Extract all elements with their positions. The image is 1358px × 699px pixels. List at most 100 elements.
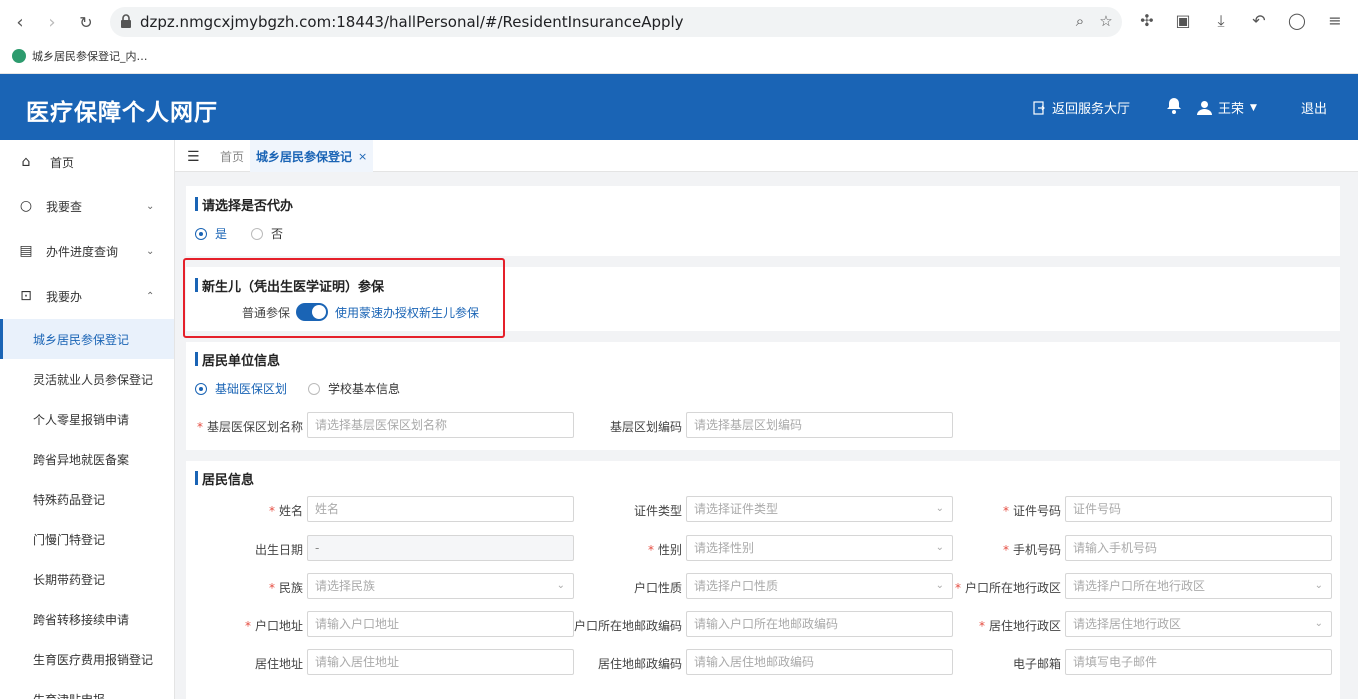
url-text: dzpz.nmgcxjmybgzh.com:18443/hallPersonal… [140,13,684,31]
residence-postcode-input[interactable]: 请输入居住地邮政编码 [686,649,953,675]
sidebar-sub-item[interactable]: 跨省异地就医备案 [0,439,174,479]
sidebar-item-home[interactable]: ⌂ 首页 [0,142,174,182]
sidebar-sub-item[interactable]: 门慢门特登记 [0,519,174,559]
radio-unchecked-icon [251,227,263,240]
caret-down-icon: ▼ [1250,102,1257,113]
chevron-down-icon: ⌄ [146,200,155,212]
birth-date-input: - [307,535,574,561]
section-title: 新生儿（凭出生医学证明）参保 [195,276,384,295]
menu-icon[interactable]: ≡ [1324,11,1346,33]
forward-icon[interactable]: › [40,10,64,34]
user-icon [1197,101,1212,115]
search-icon: ○ [19,198,33,214]
hukou-postcode-input[interactable]: 请输入户口所在地邮政编码 [686,611,953,637]
phone-input[interactable]: 请输入手机号码 [1065,535,1332,561]
close-icon[interactable]: × [358,150,367,163]
field-label: 证件类型 [633,504,682,518]
extensions-icon[interactable]: ✣ [1136,11,1158,33]
field-label: 户口所在地邮政编码 [573,619,682,633]
name-input[interactable]: 姓名 [307,496,574,522]
field-label: 居住地址 [254,657,303,671]
undo-icon[interactable]: ↶ [1248,11,1270,33]
hukou-region-select[interactable]: 请选择户口所在地行政区 ⌄ [1065,573,1332,599]
chevron-down-icon: ⌄ [935,580,944,591]
sidebar-sub-item[interactable]: 生育医疗费用报销登记 [0,639,174,679]
field-label: 电子邮箱 [1012,657,1061,671]
sidebar-item-apply[interactable]: ⊡ 我要办 ⌃ [0,276,174,316]
radio-checked-icon [195,382,207,395]
residence-region-select[interactable]: 请选择居住地行政区 ⌄ [1065,611,1332,637]
basic-region-code-input[interactable]: 请选择基层区划编码 [686,412,953,438]
tab-home[interactable]: 首页 [220,148,244,165]
section-title: 居民单位信息 [195,350,280,369]
field-label: * 基层医保区划名称 [196,420,303,434]
hukou-type-select[interactable]: 请选择户口性质 ⌄ [686,573,953,599]
normal-insurance-label: 普通参保 [242,306,291,320]
chevron-up-icon: ⌃ [146,290,155,302]
sidebar-sub-item[interactable]: 特殊药品登记 [0,479,174,519]
tab-bar: ☰ 首页 城乡居民参保登记 × [175,140,1358,172]
collapse-menu-icon[interactable]: ☰ [187,149,200,165]
app-title: 医疗保障个人网厅 [26,100,218,126]
sidebar: ⌂ 首页 ○ 我要查 ⌄ ▤ 办件进度查询 ⌄ ⊡ 我要办 ⌃ 城乡居民参保登记… [0,140,175,699]
section-title: 请选择是否代办 [195,195,293,214]
radio-unchecked-icon [308,382,320,395]
gender-select[interactable]: 请选择性别 ⌄ [686,535,953,561]
collections-icon[interactable]: ▣ [1172,11,1194,33]
back-to-hall-link[interactable]: 返回服务大厅 [1032,98,1130,117]
id-number-input[interactable]: 证件号码 [1065,496,1332,522]
field-label: * 民族 [268,581,303,595]
zoom-icon[interactable]: ⌕ [1070,12,1090,32]
id-type-select[interactable]: 请选择证件类型 ⌄ [686,496,953,522]
field-label: * 手机号码 [1002,543,1061,557]
bell-icon[interactable] [1165,96,1183,114]
profile-icon[interactable]: ◯ [1286,11,1308,33]
chevron-down-icon: ⌄ [935,542,944,553]
main-content: 请选择是否代办 是 否 新生儿（凭出生医学证明）参保 普通参保 使用蒙速办授权新… [175,172,1358,699]
sidebar-item-progress[interactable]: ▤ 办件进度查询 ⌄ [0,231,174,271]
sidebar-sub-item[interactable]: 跨省转移接续申请 [0,599,174,639]
chevron-down-icon: ⌄ [556,580,565,591]
chevron-down-icon: ⌄ [1314,618,1323,629]
tab-resident-insurance[interactable]: 城乡居民参保登记 × [250,140,374,172]
radio-proxy-yes[interactable]: 是 [195,225,227,242]
resident-info-card: 居民信息 * 姓名 姓名 证件类型 请选择证件类型 ⌄ * 证件号码 证件号码 出生日… [186,461,1340,699]
download-icon[interactable]: ⤓ [1210,11,1232,33]
back-to-hall-label: 返回服务大厅 [1052,102,1131,117]
sidebar-item-query[interactable]: ○ 我要查 ⌄ [0,186,174,226]
address-bar[interactable]: dzpz.nmgcxjmybgzh.com:18443/hallPersonal… [110,7,1122,37]
field-label: * 证件号码 [1002,504,1061,518]
newborn-mode-toggle[interactable] [296,303,328,321]
radio-proxy-no[interactable]: 否 [251,225,283,242]
email-input[interactable]: 请填写电子邮件 [1065,649,1332,675]
msb-auth-label: 使用蒙速办授权新生儿参保 [335,306,480,320]
sidebar-sub-item[interactable]: 个人零星报销申请 [0,399,174,439]
radio-school-info[interactable]: 学校基本信息 [308,380,400,397]
sidebar-sub-item[interactable]: 长期带药登记 [0,559,174,599]
folder-icon: ⊡ [20,288,32,304]
logout-button[interactable]: 退出 [1301,98,1327,117]
lock-icon [121,14,131,28]
field-label: * 姓名 [268,504,303,518]
site-favicon-icon [12,49,26,63]
field-label: 户口性质 [633,581,682,595]
sidebar-sub-item[interactable]: 灵活就业人员参保登记 [0,359,174,399]
chevron-down-icon: ⌄ [935,503,944,514]
sidebar-sub-item[interactable]: 生育津贴申报 [0,679,174,699]
progress-icon: ▤ [19,243,33,259]
reload-icon[interactable]: ↻ [74,10,98,34]
ethnicity-select[interactable]: 请选择民族 ⌄ [307,573,574,599]
star-icon[interactable]: ☆ [1096,12,1116,32]
field-label: * 性别 [647,543,682,557]
basic-region-name-input[interactable]: 请选择基层医保区划名称 [307,412,574,438]
field-label: 基层区划编码 [609,420,682,434]
hukou-address-input[interactable]: 请输入户口地址 [307,611,574,637]
user-name: 王荣 [1218,102,1245,117]
bookmark-item[interactable]: 城乡居民参保登记_内… [12,48,148,64]
sidebar-sub-item[interactable]: 城乡居民参保登记 [0,319,174,359]
back-icon[interactable]: ‹ [8,10,32,34]
residence-address-input[interactable]: 请输入居住地址 [307,649,574,675]
user-menu[interactable]: 王荣 ▼ [1197,98,1257,117]
bookmark-label: 城乡居民参保登记_内… [32,50,148,63]
radio-basic-region[interactable]: 基础医保区划 [195,380,287,397]
